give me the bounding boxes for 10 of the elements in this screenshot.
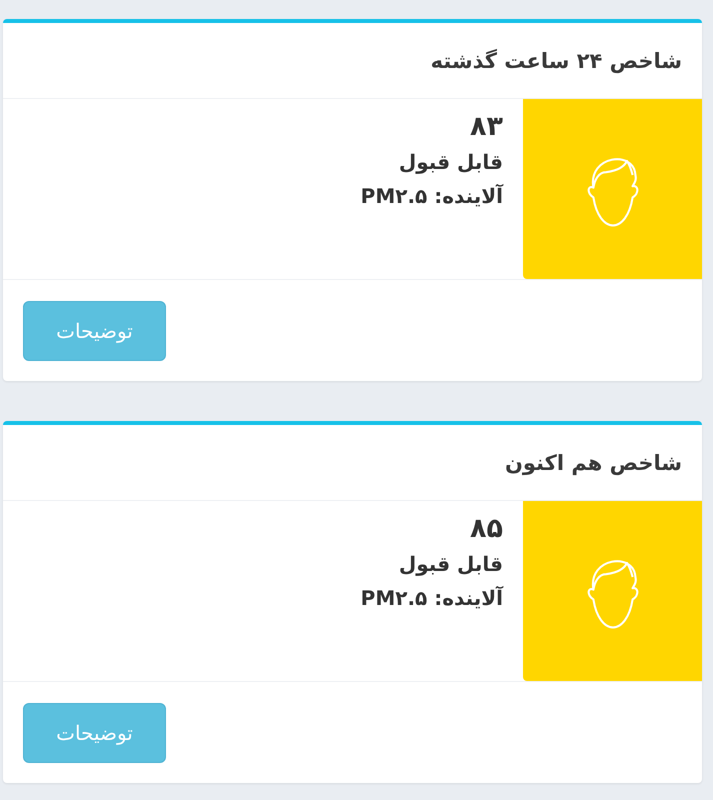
details-button[interactable]: توضیحات [23, 702, 166, 762]
card-title: شاخص ۲۴ ساعت گذشته [430, 48, 682, 72]
status-label: قابل قبول [398, 149, 503, 176]
pollutant-label: آلاینده: PM۲.۵ [360, 183, 503, 210]
index-value: ۸۵ [469, 512, 503, 546]
details-button[interactable]: توضیحات [23, 300, 166, 360]
index-value: ۸۳ [469, 110, 503, 144]
status-label: قابل قبول [398, 551, 503, 578]
pollutant-label: آلاینده: PM۲.۵ [360, 585, 503, 612]
card-title: شاخص هم اکنون [504, 450, 682, 474]
